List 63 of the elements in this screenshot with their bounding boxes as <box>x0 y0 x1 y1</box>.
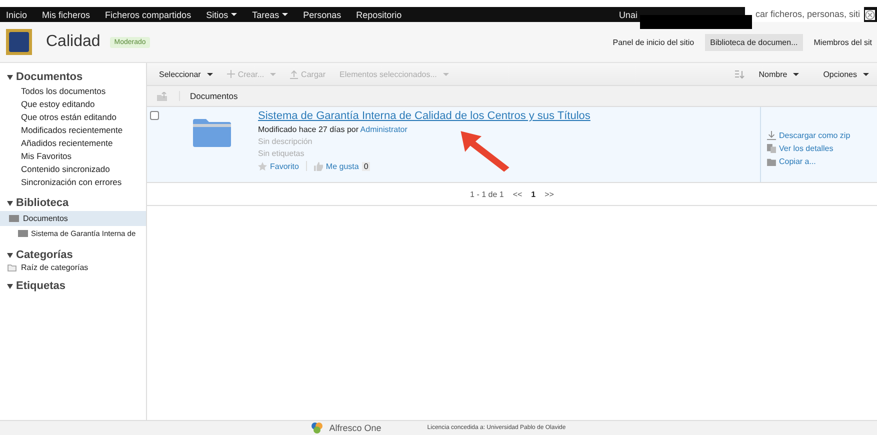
site-nav-link[interactable]: Biblioteca de documen... <box>705 34 803 50</box>
site-nav-link[interactable]: Panel de inicio del sitio <box>608 34 700 50</box>
tags-text: Sin etiquetas <box>258 149 306 158</box>
site-title: Calidad <box>46 33 100 51</box>
nav-link[interactable]: Mis ficheros <box>42 10 90 20</box>
pagination-summary: 1 - 1 de 1 <box>470 190 504 198</box>
section-header[interactable]: Documentos <box>0 71 146 83</box>
page-number[interactable]: 1 <box>531 190 536 198</box>
section-header[interactable]: Biblioteca <box>0 197 146 209</box>
folder-icon <box>767 158 776 166</box>
sidebar-item[interactable]: Mis Favoritos <box>0 150 146 163</box>
sidebar-item[interactable]: Añadidos recientemente <box>0 137 146 150</box>
documents-icon <box>767 144 776 153</box>
thumbs-up-icon[interactable] <box>314 162 323 170</box>
sidebar-item[interactable]: Que otros están editando <box>0 111 146 124</box>
action-link[interactable]: Ver los detalles <box>779 144 834 153</box>
site-logo <box>6 29 32 55</box>
sidebar-item[interactable]: Contenido sincronizado <box>0 163 146 176</box>
breadcrumb[interactable]: Documentos <box>179 91 238 101</box>
nav-link[interactable]: Ficheros compartidos <box>105 10 192 20</box>
folder-title-link[interactable]: Sistema de Garantía Interna de Calidad de los Centros y sus Títulos <box>258 110 760 122</box>
sort-button[interactable]: Nombre <box>758 70 800 78</box>
annotation-arrow <box>459 129 511 173</box>
section-header[interactable]: Etiquetas <box>0 280 146 292</box>
nav-link[interactable]: Personas <box>303 10 342 20</box>
like-link[interactable]: Me gusta <box>326 162 359 170</box>
star-icon[interactable] <box>258 162 267 170</box>
plus-icon <box>226 70 235 78</box>
description-text: Sin descripción <box>258 137 314 146</box>
previous-page-link[interactable]: << <box>512 190 522 198</box>
nav-link[interactable]: Tareas <box>252 10 288 20</box>
sidebar-item[interactable]: Sincronización con errores <box>0 176 146 189</box>
action-link[interactable]: Copiar a... <box>779 157 816 166</box>
like-count: 0 <box>362 162 370 170</box>
category-item[interactable]: Raíz de categorías <box>0 263 146 272</box>
favorite-link[interactable]: Favorito <box>270 162 299 170</box>
toolbar-button[interactable]: Seleccionar <box>159 70 213 78</box>
category-icon <box>7 263 17 272</box>
sidebar-item[interactable]: Modificados recientemente <box>0 124 146 137</box>
nav-link[interactable]: Sitios <box>206 10 238 20</box>
section-header[interactable]: Categorías <box>0 249 146 261</box>
folder-up-icon[interactable] <box>157 92 167 100</box>
tree-item[interactable]: Documentos <box>0 211 146 226</box>
user-menu[interactable]: Unai <box>618 10 638 20</box>
site-nav-link[interactable]: Miembros del sit <box>808 34 877 50</box>
search-field[interactable]: car ficheros, personas, siti <box>745 7 864 22</box>
folder-icon <box>193 119 231 147</box>
sidebar-item[interactable]: Todos los documentos <box>0 85 146 98</box>
sort-icon <box>734 70 745 78</box>
product-logo-text: Alfresco One <box>329 423 382 433</box>
nav-link[interactable]: Repositorio <box>356 10 402 20</box>
author-link[interactable]: Administrator <box>360 125 408 134</box>
modified-text: Modificado hace 27 días por Administrator <box>258 125 408 134</box>
alfresco-logo-icon <box>311 422 324 434</box>
nav-link[interactable]: Inicio <box>6 10 28 20</box>
next-page-link[interactable]: >> <box>544 190 554 198</box>
action-link[interactable]: Descargar como zip <box>779 131 850 140</box>
upload-icon <box>290 70 298 78</box>
checkbox[interactable] <box>150 111 159 120</box>
download-icon <box>767 131 776 140</box>
options-button[interactable]: Opciones <box>823 70 869 78</box>
sidebar-item[interactable]: Que estoy editando <box>0 98 146 111</box>
clear-icon[interactable] <box>865 10 875 20</box>
